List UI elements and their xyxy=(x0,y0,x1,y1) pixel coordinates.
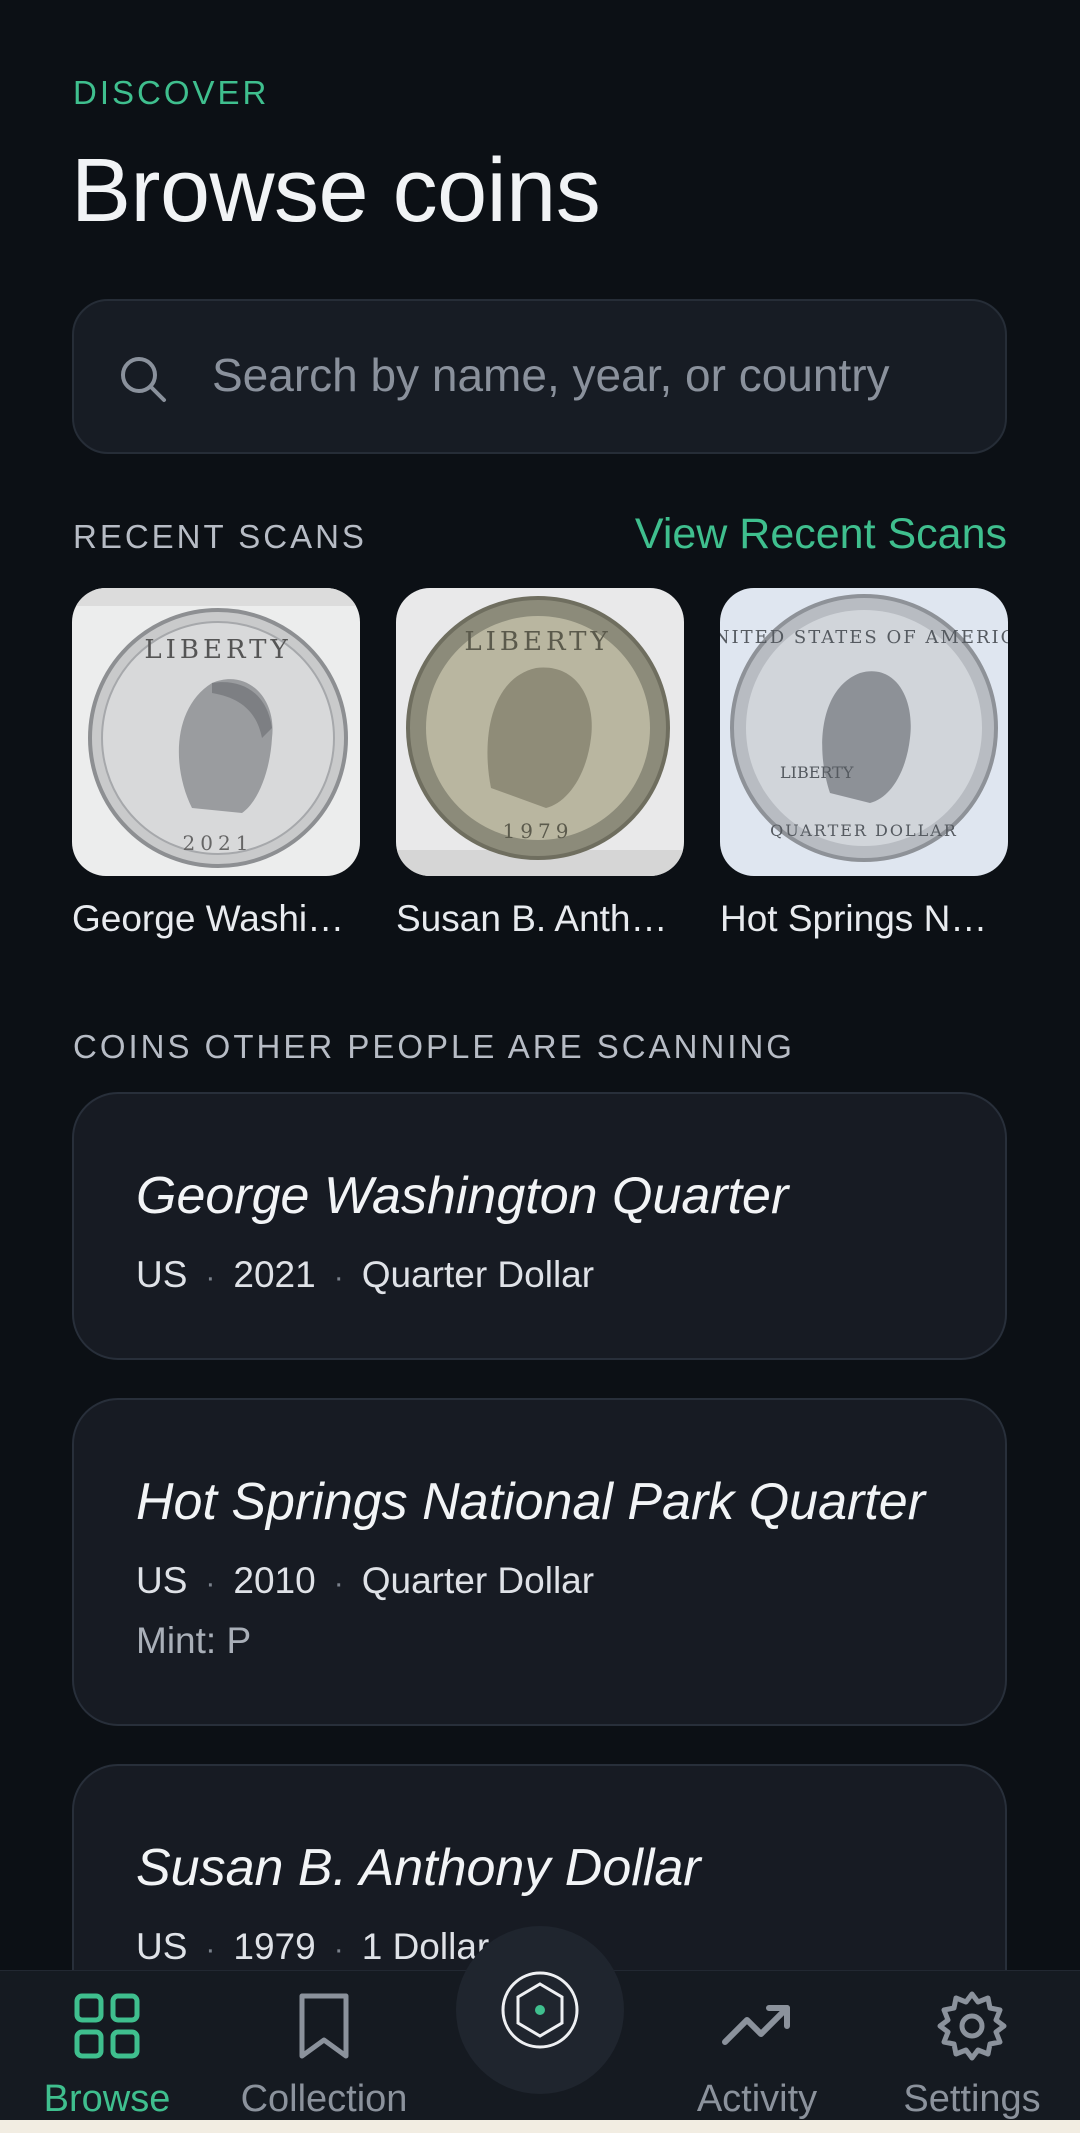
search-input[interactable] xyxy=(212,345,972,405)
nav-label: Activity xyxy=(696,2078,818,2120)
browse-screen: DISCOVER Browse coins RECENT SCANS View … xyxy=(0,0,1080,2133)
gear-icon xyxy=(937,1991,1007,2061)
recent-scan-thumb-2[interactable]: LIBERTY 1979 xyxy=(396,588,684,876)
coin-meta: US · 1979 · 1 Dollar xyxy=(136,1926,490,1967)
trending-label: COINS OTHER PEOPLE ARE SCANNING xyxy=(73,1028,795,1065)
coin-denomination: 1 Dollar xyxy=(361,1926,490,1967)
coin-meta: US · 2010 · Quarter Dollar xyxy=(136,1560,595,1601)
coin-year: 2010 xyxy=(233,1560,316,1601)
page-title: Browse coins xyxy=(71,141,601,241)
recent-scan-caption: George Washi… xyxy=(72,898,345,939)
nav-label: Browse xyxy=(43,2078,171,2120)
svg-text:LIBERTY: LIBERTY xyxy=(464,627,611,657)
coin-country: US xyxy=(136,1926,188,1967)
coin-image: LIBERTY 1979 xyxy=(396,588,684,876)
coin-country: US xyxy=(136,1560,188,1601)
coin-mint: Mint: P xyxy=(136,1620,252,1661)
recent-scan-thumb-1[interactable]: LIBERTY 2021 xyxy=(72,588,360,876)
coin-title: Hot Springs National Park Quarter xyxy=(136,1473,926,1531)
coin-title: George Washington Quarter xyxy=(136,1167,789,1225)
nav-settings[interactable]: Settings xyxy=(872,1990,1072,2121)
section-eyebrow: DISCOVER xyxy=(73,74,270,111)
coin-country: US xyxy=(136,1254,188,1295)
bookmark-icon xyxy=(299,1993,349,2059)
coin-image: LIBERTY 2021 xyxy=(72,588,360,876)
svg-text:QUARTER DOLLAR: QUARTER DOLLAR xyxy=(770,821,958,840)
recent-scan-thumb-3[interactable]: UNITED STATES OF AMERICA LIBERTY QUARTER… xyxy=(720,588,1008,876)
svg-text:LIBERTY: LIBERTY xyxy=(780,763,854,782)
coin-year: 1979 xyxy=(233,1926,316,1967)
recent-scans-label: RECENT SCANS xyxy=(73,518,367,555)
grid-icon xyxy=(74,1993,140,2059)
nav-collection[interactable]: Collection xyxy=(224,1990,424,2121)
scan-button[interactable] xyxy=(456,1926,624,2094)
nav-label: Settings xyxy=(903,2078,1041,2120)
nav-browse[interactable]: Browse xyxy=(7,1990,207,2121)
coin-title: Susan B. Anthony Dollar xyxy=(136,1839,701,1897)
coin-meta: US · 2021 · Quarter Dollar xyxy=(136,1254,595,1295)
trending-up-icon xyxy=(722,2005,790,2045)
view-recent-scans-link[interactable]: View Recent Scans xyxy=(635,510,1007,559)
recent-scan-caption: Susan B. Anth… xyxy=(396,898,668,939)
coin-denomination: Quarter Dollar xyxy=(361,1560,595,1601)
coin-year: 2021 xyxy=(233,1254,316,1295)
coin-card[interactable]: George Washington Quarter US · 2021 · Quarte… xyxy=(72,1092,1007,1360)
svg-text:UNITED STATES OF AMERICA: UNITED STATES OF AMERICA xyxy=(720,627,1008,648)
coin-image: UNITED STATES OF AMERICA LIBERTY QUARTER… xyxy=(720,588,1008,876)
coin-denomination: Quarter Dollar xyxy=(361,1254,595,1295)
nav-activity[interactable]: Activity xyxy=(657,1990,857,2121)
svg-text:LIBERTY: LIBERTY xyxy=(144,635,291,665)
search-icon xyxy=(121,357,166,402)
nav-label: Collection xyxy=(240,2078,408,2120)
hexagon-scan-icon xyxy=(501,1971,579,2049)
svg-text:2021: 2021 xyxy=(183,831,254,855)
system-nav-strip xyxy=(0,2120,1080,2133)
svg-text:1979: 1979 xyxy=(503,819,574,843)
coin-card[interactable]: Hot Springs National Park Quarter US · 201… xyxy=(72,1398,1007,1726)
recent-scan-caption: Hot Springs N… xyxy=(720,898,988,939)
